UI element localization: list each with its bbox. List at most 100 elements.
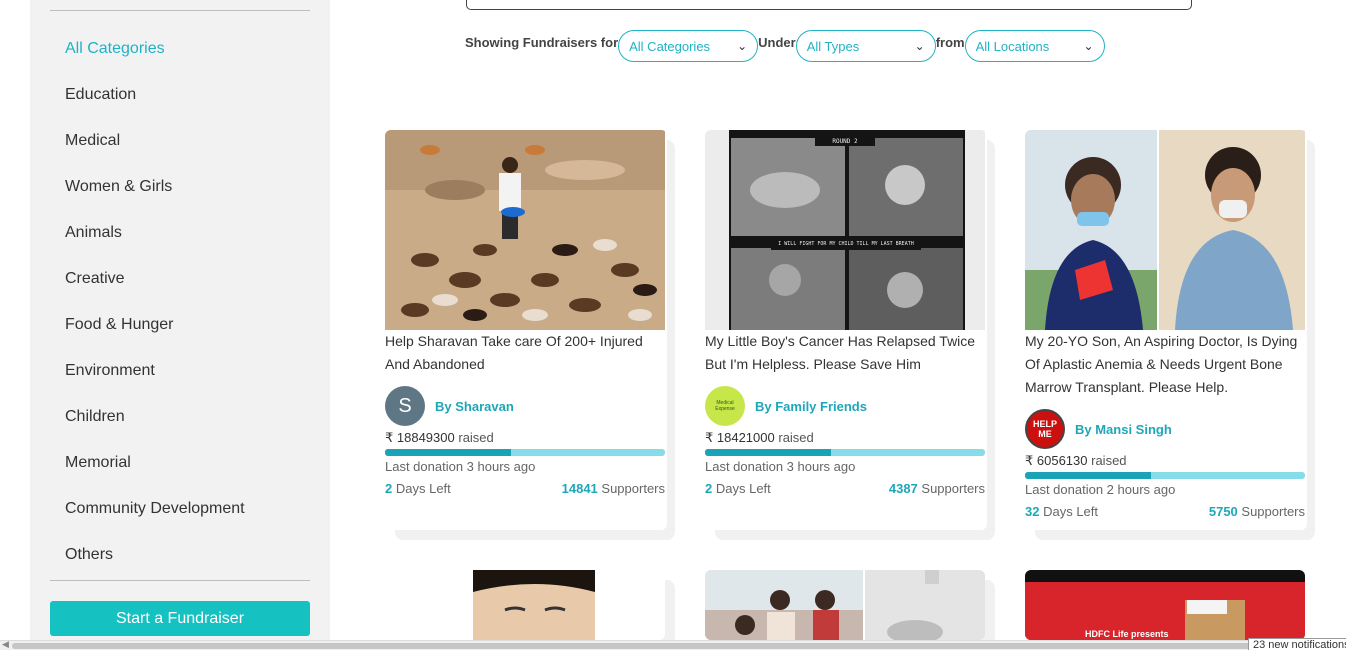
- fundraiser-card[interactable]: My 20-YO Son, An Aspiring Doctor, Is Dyi…: [1025, 130, 1307, 530]
- author-name[interactable]: By Mansi Singh: [1075, 422, 1172, 437]
- category-creative[interactable]: Creative: [65, 266, 245, 312]
- category-medical[interactable]: Medical: [65, 128, 245, 174]
- progress-fill: [385, 449, 511, 456]
- category-education[interactable]: Education: [65, 82, 245, 128]
- raised-value: ₹ 6056130: [1025, 453, 1088, 468]
- fundraiser-author[interactable]: Medical Expense By Family Friends: [705, 386, 867, 426]
- raised-amount: ₹ 6056130 raised: [1025, 453, 1127, 469]
- under-label: Under: [758, 35, 796, 50]
- fundraiser-stats: 2 Days Left 4387 Supporters: [705, 481, 985, 496]
- days-left: 2 Days Left: [705, 481, 771, 496]
- progress-bar: [1025, 472, 1305, 479]
- author-name[interactable]: By Sharavan: [435, 399, 514, 414]
- raised-value: ₹ 18849300: [385, 430, 455, 445]
- divider: [50, 10, 310, 11]
- fundraiser-card[interactable]: HDFC Life presents: [1025, 570, 1305, 640]
- image-caption-mid: I WILL FIGHT FOR MY CHILD TILL MY LAST B…: [778, 241, 913, 247]
- avatar: HELP ME: [1025, 409, 1065, 449]
- chevron-down-icon: ⌄: [737, 39, 748, 53]
- fundraiser-card[interactable]: [385, 570, 665, 640]
- days-label: Days Left: [395, 481, 451, 496]
- last-donation: Last donation 3 hours ago: [385, 459, 536, 474]
- supporters-value: 5750: [1208, 504, 1238, 519]
- category-select-value: All Categories: [629, 38, 711, 54]
- category-food-hunger[interactable]: Food & Hunger: [65, 312, 245, 358]
- type-select[interactable]: All Types ⌄: [795, 30, 936, 62]
- category-community-development[interactable]: Community Development: [65, 496, 245, 542]
- chevron-down-icon: ⌄: [1083, 39, 1094, 53]
- fundraiser-title[interactable]: My Little Boy's Cancer Has Relapsed Twic…: [705, 330, 987, 376]
- fundraiser-stats: 2 Days Left 14841 Supporters: [385, 481, 665, 496]
- progress-bar: [385, 449, 665, 456]
- image-text: HDFC Life presents: [1085, 629, 1169, 639]
- avatar: S: [385, 386, 425, 426]
- raised-suffix: raised: [458, 430, 494, 445]
- category-all[interactable]: All Categories: [65, 36, 245, 82]
- progress-fill: [705, 449, 831, 456]
- avatar: Medical Expense: [705, 386, 745, 426]
- days-value: 2: [705, 481, 713, 496]
- raised-suffix: raised: [1091, 453, 1127, 468]
- last-donation: Last donation 3 hours ago: [705, 459, 856, 474]
- fundraiser-image[interactable]: [385, 570, 665, 640]
- chevron-down-icon: ⌄: [914, 39, 925, 53]
- fundraiser-stats: 32 Days Left 5750 Supporters: [1025, 504, 1305, 519]
- category-memorial[interactable]: Memorial: [65, 450, 245, 496]
- fundraiser-card[interactable]: ROUND 2 I WILL FIGHT FOR MY CHILD TILL M…: [705, 130, 987, 530]
- fundraiser-image[interactable]: ROUND 2 I WILL FIGHT FOR MY CHILD TILL M…: [705, 130, 985, 330]
- category-environment[interactable]: Environment: [65, 358, 245, 404]
- horizontal-scrollbar[interactable]: ◀: [0, 639, 1346, 650]
- raised-amount: ₹ 18421000 raised: [705, 430, 814, 446]
- showing-label: Showing Fundraisers for: [465, 35, 619, 50]
- category-women-girls[interactable]: Women & Girls: [65, 174, 245, 220]
- category-sidebar: All Categories Education Medical Women &…: [30, 0, 330, 640]
- fundraiser-image[interactable]: [385, 130, 665, 330]
- from-label: from: [935, 35, 965, 50]
- supporters-value: 14841: [561, 481, 598, 496]
- fundraiser-image[interactable]: HDFC Life presents: [1025, 570, 1305, 640]
- raised-value: ₹ 18421000: [705, 430, 775, 445]
- category-others[interactable]: Others: [65, 542, 245, 588]
- type-select-value: All Types: [806, 38, 860, 54]
- days-value: 32: [1025, 504, 1040, 519]
- fundraiser-image[interactable]: [705, 570, 985, 640]
- category-animals[interactable]: Animals: [65, 220, 245, 266]
- fundraiser-author[interactable]: HELP ME By Mansi Singh: [1025, 409, 1172, 449]
- filter-bar: Showing Fundraisers for All Categories ⌄…: [465, 30, 1105, 62]
- scrollbar-thumb[interactable]: [12, 643, 1252, 649]
- scroll-left-icon[interactable]: ◀: [2, 639, 9, 650]
- category-list: All Categories Education Medical Women &…: [65, 36, 245, 588]
- notification-toast[interactable]: 23 new notifications: [1248, 638, 1346, 650]
- location-select[interactable]: All Locations ⌄: [964, 30, 1105, 62]
- start-fundraiser-button[interactable]: Start a Fundraiser: [50, 601, 310, 636]
- days-left: 32 Days Left: [1025, 504, 1098, 519]
- category-select[interactable]: All Categories ⌄: [618, 30, 759, 62]
- fundraiser-title[interactable]: Help Sharavan Take care Of 200+ Injured …: [385, 330, 667, 376]
- days-value: 2: [385, 481, 393, 496]
- divider: [50, 580, 310, 581]
- supporters: 5750 Supporters: [1209, 504, 1305, 519]
- last-donation: Last donation 2 hours ago: [1025, 482, 1176, 497]
- location-select-value: All Locations: [975, 38, 1050, 54]
- days-label: Days Left: [1043, 504, 1099, 519]
- progress-bar: [705, 449, 985, 456]
- supporters-label: Supporters: [601, 481, 665, 496]
- raised-amount: ₹ 18849300 raised: [385, 430, 494, 446]
- fundraiser-title[interactable]: My 20-YO Son, An Aspiring Doctor, Is Dyi…: [1025, 330, 1307, 399]
- supporters-label: Supporters: [921, 481, 985, 496]
- supporters: 4387 Supporters: [889, 481, 985, 496]
- raised-suffix: raised: [778, 430, 814, 445]
- progress-fill: [1025, 472, 1151, 479]
- supporters-value: 4387: [888, 481, 918, 496]
- category-children[interactable]: Children: [65, 404, 245, 450]
- days-left: 2 Days Left: [385, 481, 451, 496]
- fundraiser-card[interactable]: [705, 570, 985, 640]
- author-name[interactable]: By Family Friends: [755, 399, 867, 414]
- fundraiser-image[interactable]: [1025, 130, 1305, 330]
- fundraiser-author[interactable]: S By Sharavan: [385, 386, 514, 426]
- search-input[interactable]: [466, 0, 1192, 10]
- fundraiser-card[interactable]: Help Sharavan Take care Of 200+ Injured …: [385, 130, 667, 530]
- supporters: 14841 Supporters: [562, 481, 665, 496]
- page: All Categories Education Medical Women &…: [0, 0, 1346, 650]
- supporters-label: Supporters: [1241, 504, 1305, 519]
